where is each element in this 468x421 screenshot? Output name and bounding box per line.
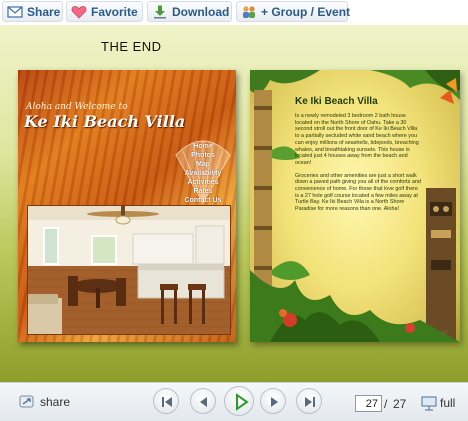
heart-icon: [71, 6, 87, 19]
next-page-button[interactable]: [260, 388, 286, 414]
right-page-title: Ke Iki Beach Villa: [295, 96, 378, 107]
total-pages: 27: [393, 397, 407, 411]
download-button[interactable]: Download: [147, 1, 232, 22]
fullscreen-icon: [421, 396, 437, 411]
fullscreen-label: full: [440, 396, 456, 410]
resort-title: Ke Iki Beach Villa: [24, 112, 186, 131]
page-separator: /: [384, 397, 388, 411]
nav-item-activities[interactable]: Activities: [178, 178, 228, 187]
bottom-share-label: share: [40, 395, 71, 409]
nav-item-availability[interactable]: Availability: [178, 169, 228, 178]
skip-first-icon: [162, 397, 172, 407]
last-page-button[interactable]: [296, 388, 322, 414]
body-paragraph-2: Groceries and other amenities are just a…: [295, 172, 421, 213]
site-nav-menu: Home Photos Map Availability Activities …: [178, 142, 228, 205]
nav-item-photos[interactable]: Photos: [178, 151, 228, 160]
page-number: 27: [441, 331, 448, 337]
chevron-right-icon: [271, 397, 278, 407]
nav-item-map[interactable]: Map: [178, 160, 228, 169]
group-icon: [243, 6, 255, 18]
left-page[interactable]: Aloha and Welcome to Ke Iki Beach Villa …: [18, 70, 236, 342]
nav-item-contact-us[interactable]: Contact Us: [178, 196, 228, 205]
group-event-label: + Group / Event: [261, 5, 351, 19]
interior-photo: [27, 205, 231, 335]
share-label: Share: [27, 5, 61, 19]
top-toolbar: Share Favorite Download + Group / Event: [0, 0, 468, 25]
body-paragraph-1: Is a newly remodeled 3 bedroom 2 bath ho…: [295, 113, 419, 166]
skip-last-icon: [305, 397, 315, 407]
first-page-button[interactable]: [153, 388, 179, 414]
right-page[interactable]: Ke Iki Beach Villa Is a newly remodeled …: [250, 70, 460, 342]
bottom-navigation-bar: share / 27 full: [0, 382, 468, 421]
fullscreen-button[interactable]: full: [420, 394, 460, 412]
group-event-button[interactable]: + Group / Event: [236, 1, 351, 22]
envelope-icon: [7, 6, 23, 18]
share-button[interactable]: Share: [2, 1, 63, 22]
the-end-heading: THE END: [101, 39, 162, 54]
download-icon: [154, 5, 166, 19]
favorite-button[interactable]: Favorite: [66, 1, 143, 22]
nav-item-home[interactable]: Home: [178, 142, 228, 151]
right-page-body: Is a newly remodeled 3 bedroom 2 bath ho…: [295, 113, 423, 219]
previous-page-button[interactable]: [190, 388, 216, 414]
nav-item-rates[interactable]: Rates: [178, 187, 228, 196]
welcome-text: Aloha and Welcome to: [26, 102, 128, 112]
download-label: Download: [172, 5, 230, 19]
flipbook-viewer: THE END Aloha and Welcome to Ke Iki Beac…: [0, 25, 468, 382]
chevron-left-icon: [200, 397, 207, 407]
play-button[interactable]: [224, 386, 254, 416]
play-icon: [236, 393, 249, 411]
page-number-input[interactable]: [355, 395, 382, 412]
favorite-label: Favorite: [91, 5, 138, 19]
share-icon: [19, 395, 34, 408]
